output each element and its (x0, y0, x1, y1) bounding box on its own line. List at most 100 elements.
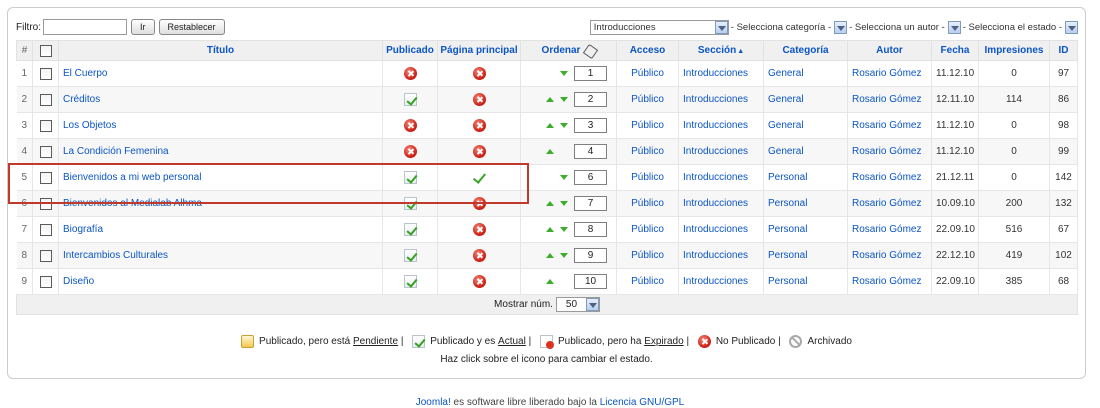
author-link[interactable]: Rosario Gómez (852, 276, 921, 287)
row-checkbox[interactable] (39, 93, 52, 106)
row-select[interactable] (32, 86, 59, 113)
section-link[interactable]: Introducciones (683, 224, 748, 235)
save-order-icon[interactable] (584, 45, 595, 56)
row-select[interactable] (32, 164, 59, 191)
move-down-icon[interactable] (560, 123, 568, 128)
not-frontpage-icon[interactable] (472, 275, 486, 288)
published-icon[interactable] (403, 197, 417, 210)
header-hits[interactable]: Impresiones (978, 40, 1050, 61)
order-input[interactable] (574, 170, 607, 185)
row-title-link[interactable]: Biografía (63, 224, 103, 235)
section-select[interactable]: Introducciones (589, 19, 729, 35)
move-up-icon[interactable] (546, 123, 554, 128)
row-checkbox[interactable] (39, 275, 52, 288)
published-icon[interactable] (403, 223, 417, 236)
header-author[interactable]: Autor (847, 40, 932, 61)
header-title[interactable]: Título (58, 40, 383, 61)
header-order-label[interactable]: Ordenar (542, 45, 581, 56)
row-title-link[interactable]: Diseño (63, 276, 94, 287)
move-down-icon[interactable] (560, 227, 568, 232)
category-link[interactable]: Personal (768, 276, 807, 287)
author-link[interactable]: Rosario Gómez (852, 198, 921, 209)
row-title-link[interactable]: El Cuerpo (63, 68, 107, 79)
move-up-icon[interactable] (546, 253, 554, 258)
published-icon[interactable] (403, 93, 417, 106)
access-link[interactable]: Público (631, 172, 664, 183)
unpublished-icon[interactable] (403, 67, 417, 80)
move-down-icon[interactable] (560, 71, 568, 76)
section-link[interactable]: Introducciones (683, 94, 748, 105)
limit-select[interactable]: 50 (555, 297, 600, 312)
section-link[interactable]: Introducciones (683, 172, 748, 183)
move-up-icon[interactable] (546, 279, 554, 284)
category-link[interactable]: General (768, 68, 804, 79)
not-frontpage-icon[interactable] (472, 223, 486, 236)
row-checkbox[interactable] (39, 223, 52, 236)
move-down-icon[interactable] (560, 175, 568, 180)
select-all-checkbox[interactable] (39, 44, 52, 57)
state-select[interactable]: - Selecciona el estado - (962, 19, 1078, 35)
header-access[interactable]: Acceso (616, 40, 679, 61)
access-link[interactable]: Público (631, 276, 664, 287)
access-link[interactable]: Público (631, 120, 664, 131)
row-select[interactable] (32, 112, 59, 139)
section-link[interactable]: Introducciones (683, 276, 748, 287)
move-down-icon[interactable] (560, 201, 568, 206)
access-link[interactable]: Público (631, 94, 664, 105)
author-select[interactable]: - Selecciona un autor - (849, 19, 961, 35)
header-select-all[interactable] (32, 40, 59, 61)
order-input[interactable] (574, 274, 607, 289)
author-link[interactable]: Rosario Gómez (852, 146, 921, 157)
row-title-link[interactable]: Créditos (63, 94, 100, 105)
row-select[interactable] (32, 190, 59, 217)
unpublished-icon[interactable] (403, 119, 417, 132)
category-link[interactable]: Personal (768, 172, 807, 183)
access-link[interactable]: Público (631, 198, 664, 209)
order-input[interactable] (574, 118, 607, 133)
row-title-link[interactable]: Bienvenidos a mi web personal (63, 172, 201, 183)
category-select[interactable]: - Selecciona categoría - (730, 19, 848, 35)
author-link[interactable]: Rosario Gómez (852, 68, 921, 79)
row-title-link[interactable]: Los Objetos (63, 120, 116, 131)
move-up-icon[interactable] (546, 227, 554, 232)
row-select[interactable] (32, 216, 59, 243)
not-frontpage-icon[interactable] (472, 145, 486, 158)
author-link[interactable]: Rosario Gómez (852, 224, 921, 235)
header-order[interactable]: Ordenar (520, 40, 617, 61)
go-button[interactable]: Ir (131, 19, 155, 35)
section-link[interactable]: Introducciones (683, 146, 748, 157)
row-checkbox[interactable] (39, 171, 52, 184)
author-link[interactable]: Rosario Gómez (852, 120, 921, 131)
not-frontpage-icon[interactable] (472, 67, 486, 80)
access-link[interactable]: Público (631, 224, 664, 235)
filter-input[interactable] (43, 19, 127, 35)
row-select[interactable] (32, 138, 59, 165)
not-frontpage-icon[interactable] (472, 93, 486, 106)
not-frontpage-icon[interactable] (472, 197, 486, 210)
row-checkbox[interactable] (39, 67, 52, 80)
move-up-icon[interactable] (546, 149, 554, 154)
category-link[interactable]: Personal (768, 224, 807, 235)
row-title-link[interactable]: La Condición Femenina (63, 146, 169, 157)
order-input[interactable] (574, 196, 607, 211)
published-icon[interactable] (403, 275, 417, 288)
row-select[interactable] (32, 268, 59, 295)
published-icon[interactable] (403, 249, 417, 262)
category-link[interactable]: General (768, 120, 804, 131)
joomla-link[interactable]: Joomla! (416, 397, 451, 408)
access-link[interactable]: Público (631, 68, 664, 79)
row-checkbox[interactable] (39, 119, 52, 132)
author-link[interactable]: Rosario Gómez (852, 250, 921, 261)
category-link[interactable]: Personal (768, 250, 807, 261)
not-frontpage-icon[interactable] (472, 249, 486, 262)
header-published[interactable]: Publicado (382, 40, 438, 61)
row-title-link[interactable]: Bienvenidos al Medialab Alhma (63, 198, 202, 209)
section-link[interactable]: Introducciones (683, 120, 748, 131)
move-down-icon[interactable] (560, 253, 568, 258)
order-input[interactable] (574, 92, 607, 107)
row-title-link[interactable]: Intercambios Culturales (63, 250, 168, 261)
header-section-label[interactable]: Sección (698, 45, 736, 56)
row-checkbox[interactable] (39, 197, 52, 210)
reset-button[interactable]: Restablecer (158, 19, 225, 35)
header-frontpage[interactable]: Página principal (437, 40, 521, 61)
